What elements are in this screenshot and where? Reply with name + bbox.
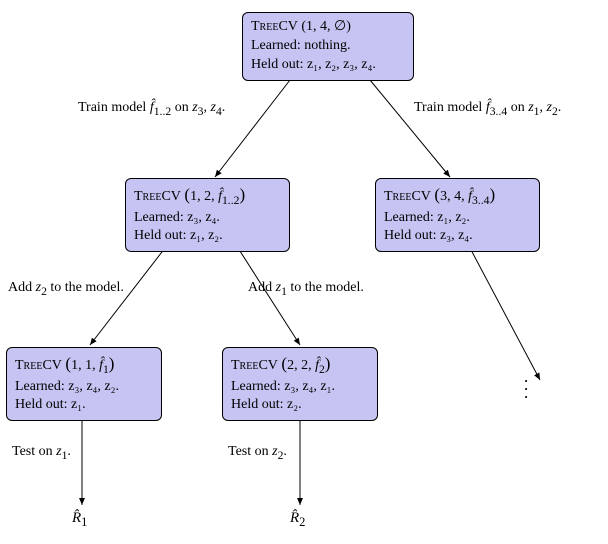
edge-root-right: Train model f̂3..4 on z1, z2. (414, 100, 561, 118)
node-right: TreeCV (3, 4, f̂3..4) Learned: z₁, z₂. H… (375, 178, 540, 252)
node-ll-learned: Learned: z₃, z₄, z₂. (15, 378, 153, 397)
node-root-learned: Learned: nothing. (251, 37, 405, 56)
node-left-learned: Learned: z₃, z₄. (134, 209, 281, 228)
node-lr: TreeCV (2, 2, f̂2) Learned: z₃, z₄, z₁. … (222, 347, 378, 421)
edges-svg (0, 0, 608, 544)
edge-lr-r2: Test on z2. (228, 444, 287, 462)
ellipsis: ··· (515, 378, 536, 402)
node-root-held: Held out: z₁, z₂, z₃, z₄. (251, 56, 405, 75)
node-root-title: TreeCV (1, 4, ∅) (251, 18, 405, 37)
result-r2: R̂2 (290, 510, 305, 530)
edge-left-ll: Add z2 to the model. (8, 280, 124, 298)
node-left-title: TreeCV (1, 2, f̂1..2) (134, 184, 281, 209)
node-lr-title: TreeCV (2, 2, f̂2) (231, 353, 369, 378)
node-left: TreeCV (1, 2, f̂1..2) Learned: z₃, z₄. H… (125, 178, 290, 252)
result-r1: R̂1 (72, 510, 87, 530)
edge-left-lr: Add z1 to the model. (248, 280, 364, 298)
edge-ll-r1: Test on z1. (12, 444, 71, 462)
node-lr-held: Held out: z₂. (231, 396, 369, 415)
node-left-held: Held out: z₁, z₂. (134, 227, 281, 246)
node-ll-held: Held out: z₁. (15, 396, 153, 415)
node-root: TreeCV (1, 4, ∅) Learned: nothing. Held … (242, 12, 414, 81)
edge-root-left: Train model f̂1..2 on z3, z4. (78, 100, 225, 118)
node-ll: TreeCV (1, 1, f̂1) Learned: z₃, z₄, z₂. … (6, 347, 162, 421)
node-ll-title: TreeCV (1, 1, f̂1) (15, 353, 153, 378)
node-right-held: Held out: z₃, z₄. (384, 227, 531, 246)
node-lr-learned: Learned: z₃, z₄, z₁. (231, 378, 369, 397)
node-right-title: TreeCV (3, 4, f̂3..4) (384, 184, 531, 209)
node-right-learned: Learned: z₁, z₂. (384, 209, 531, 228)
